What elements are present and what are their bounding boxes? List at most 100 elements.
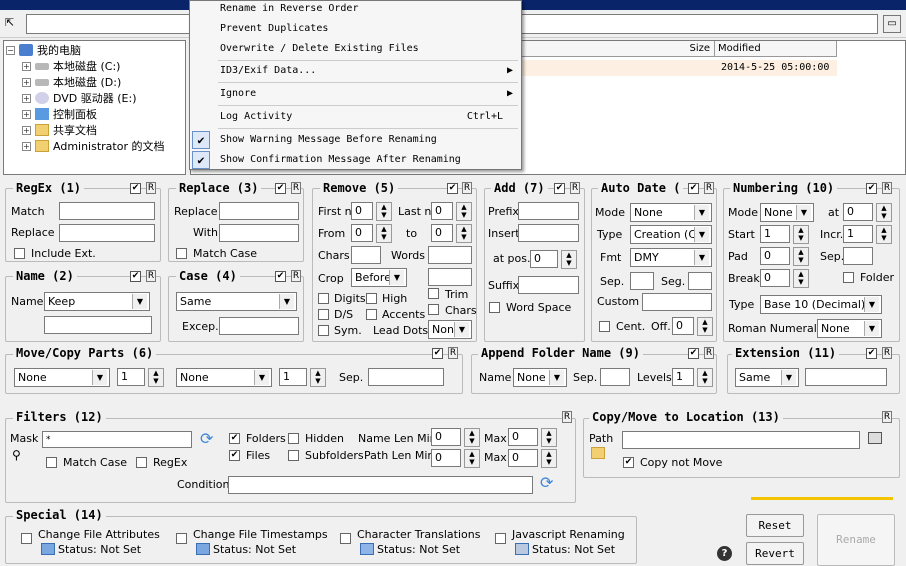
remove-last-n-spinner[interactable]: ▲ ▼ (456, 202, 472, 221)
filters-max-spinner[interactable]: ▲ ▼ (541, 428, 557, 447)
auto-date-custom-input[interactable] (642, 293, 712, 311)
extension-input[interactable] (805, 368, 887, 386)
append-folder-reset-button[interactable]: R (704, 347, 714, 359)
move-copy-spinner-1[interactable]: ▲ ▼ (148, 368, 164, 387)
numbering-enable-checkbox[interactable]: ✔ (866, 183, 877, 194)
numbering-break-spinner[interactable]: ▲ ▼ (793, 269, 809, 288)
append-folder-levels-spinner[interactable]: ▲ ▼ (697, 368, 713, 387)
numbering-pad-spinner[interactable]: ▲ ▼ (793, 247, 809, 266)
case-select[interactable]: Same (176, 292, 297, 311)
move-copy-enable-checkbox[interactable]: ✔ (432, 348, 443, 359)
auto-date-mode-select[interactable]: None (630, 203, 712, 222)
move-copy-num-2[interactable]: 1 (279, 368, 307, 386)
case-enable-checkbox[interactable]: ✔ (275, 271, 286, 282)
auto-date-sep-input[interactable] (630, 272, 654, 290)
auto-date-enable-checkbox[interactable]: ✔ (688, 183, 699, 194)
filters-regex-checkbox[interactable] (136, 457, 147, 468)
collapse-icon[interactable]: − (6, 45, 15, 55)
remove-to-input[interactable]: 0 (431, 224, 453, 242)
case-reset-button[interactable]: R (291, 270, 301, 282)
name-input[interactable] (44, 316, 152, 334)
numbering-start-input[interactable]: 1 (760, 225, 790, 243)
menu-item-id3-exif[interactable]: ID3/Exif Data... ▶ (190, 61, 521, 81)
numbering-incr-input[interactable]: 1 (843, 225, 873, 243)
tree-item-admin-docs[interactable]: + Administrator 的文档 (22, 138, 164, 154)
expand-icon[interactable]: + (22, 93, 31, 103)
filters-mask-input[interactable]: * (42, 431, 192, 448)
filters-max-input[interactable]: 0 (508, 428, 538, 446)
remove-trim-checkbox[interactable] (428, 288, 439, 299)
filters-path-len-min-spinner[interactable]: ▲ ▼ (464, 449, 480, 468)
expand-icon[interactable]: + (22, 61, 31, 71)
add-suffix-input[interactable] (518, 276, 579, 294)
replace-enable-checkbox[interactable]: ✔ (275, 183, 286, 194)
remove-to-spinner[interactable]: ▲ ▼ (456, 224, 472, 243)
menu-item-prevent-duplicates[interactable]: Prevent Duplicates (190, 19, 521, 39)
move-copy-select-1[interactable]: None (14, 368, 110, 387)
regex-reset-button[interactable]: R (146, 182, 156, 194)
tree-item-shared-docs[interactable]: + 共享文档 (22, 122, 97, 138)
move-copy-select-2[interactable]: None (176, 368, 272, 387)
copy-not-move-checkbox[interactable]: ✔ (623, 457, 634, 468)
revert-button[interactable]: Revert (746, 542, 804, 565)
numbering-sep-input[interactable] (843, 247, 873, 265)
remove-reset-button[interactable]: R (462, 182, 472, 194)
numbering-folder-checkbox[interactable] (843, 272, 854, 283)
menu-item-show-warning[interactable]: Show Warning Message Before Renaming (190, 130, 521, 150)
append-folder-sep-input[interactable] (600, 368, 630, 386)
rename-button[interactable]: Rename (817, 514, 895, 566)
folder-tree[interactable]: − 我的电脑 + 本地磁盘 (C:) + 本地磁盘 (D:) + DVD 驱动器 (E:… (3, 40, 186, 175)
regex-enable-checkbox[interactable]: ✔ (130, 183, 141, 194)
numbering-type-select[interactable]: Base 10 (Decimal) (760, 295, 882, 314)
menu-item-reverse-order[interactable]: Rename in Reverse Order (190, 0, 521, 19)
tree-item-drive-d[interactable]: + 本地磁盘 (D:) (22, 74, 121, 90)
numbering-break-input[interactable]: 0 (760, 269, 790, 287)
replace-reset-button[interactable]: R (291, 182, 301, 194)
filters-reset-button[interactable]: R (562, 411, 572, 423)
filters-path-len-min-input[interactable]: 0 (431, 449, 461, 467)
tree-item-my-computer[interactable]: − 我的电脑 (6, 42, 81, 58)
move-copy-spinner-2[interactable]: ▲ ▼ (310, 368, 326, 387)
tree-item-drive-c[interactable]: + 本地磁盘 (C:) (22, 58, 120, 74)
move-copy-reset-button[interactable]: R (448, 347, 458, 359)
add-enable-checkbox[interactable]: ✔ (554, 183, 565, 194)
expand-icon[interactable]: + (22, 125, 31, 135)
name-enable-checkbox[interactable]: ✔ (130, 271, 141, 282)
remove-crop-select[interactable]: Before (351, 268, 407, 287)
add-reset-button[interactable]: R (570, 182, 580, 194)
append-folder-name-select[interactable]: None (513, 368, 567, 387)
add-word-space-checkbox[interactable] (489, 302, 500, 313)
remove-sym-checkbox[interactable] (318, 325, 329, 336)
add-insert-input[interactable] (518, 224, 579, 242)
refresh-icon[interactable]: ⟳ (540, 475, 553, 491)
remove-from-input[interactable]: 0 (351, 224, 373, 242)
auto-date-type-select[interactable]: Creation (Cur (630, 225, 712, 244)
numbering-incr-spinner[interactable]: ▲ ▼ (876, 225, 892, 244)
numbering-start-spinner[interactable]: ▲ ▼ (793, 225, 809, 244)
expand-icon[interactable]: + (22, 77, 31, 87)
special-attributes-checkbox[interactable] (21, 533, 32, 544)
filters-hidden-checkbox[interactable] (288, 433, 299, 444)
menu-item-overwrite[interactable]: Overwrite / Delete Existing Files (190, 39, 521, 59)
add-at-pos-input[interactable]: 0 (530, 250, 558, 268)
column-size[interactable]: Size (521, 41, 715, 57)
auto-date-off-input[interactable]: 0 (672, 317, 694, 335)
remove-last-n-input[interactable]: 0 (431, 202, 453, 220)
remove-lead-dots-select[interactable]: Non (428, 320, 472, 339)
remove-enable-checkbox[interactable]: ✔ (447, 183, 458, 194)
replace-match-case-checkbox[interactable] (176, 248, 187, 259)
filter-icon[interactable]: ⚲ (12, 449, 21, 461)
remove-first-n-spinner[interactable]: ▲ ▼ (376, 202, 392, 221)
replace-with-input[interactable] (219, 224, 299, 242)
special-translations-checkbox[interactable] (340, 533, 351, 544)
name-reset-button[interactable]: R (146, 270, 156, 282)
name-select[interactable]: Keep (44, 292, 150, 311)
special-javascript-checkbox[interactable] (495, 533, 506, 544)
numbering-at-spinner[interactable]: ▲ ▼ (876, 203, 892, 222)
remove-chars-input[interactable] (351, 246, 381, 264)
filters-name-len-min-input[interactable]: 0 (431, 428, 461, 446)
move-copy-num-1[interactable]: 1 (117, 368, 145, 386)
copy-move-reset-button[interactable]: R (882, 411, 892, 423)
add-prefix-input[interactable] (518, 202, 579, 220)
regex-replace-input[interactable] (59, 224, 155, 242)
